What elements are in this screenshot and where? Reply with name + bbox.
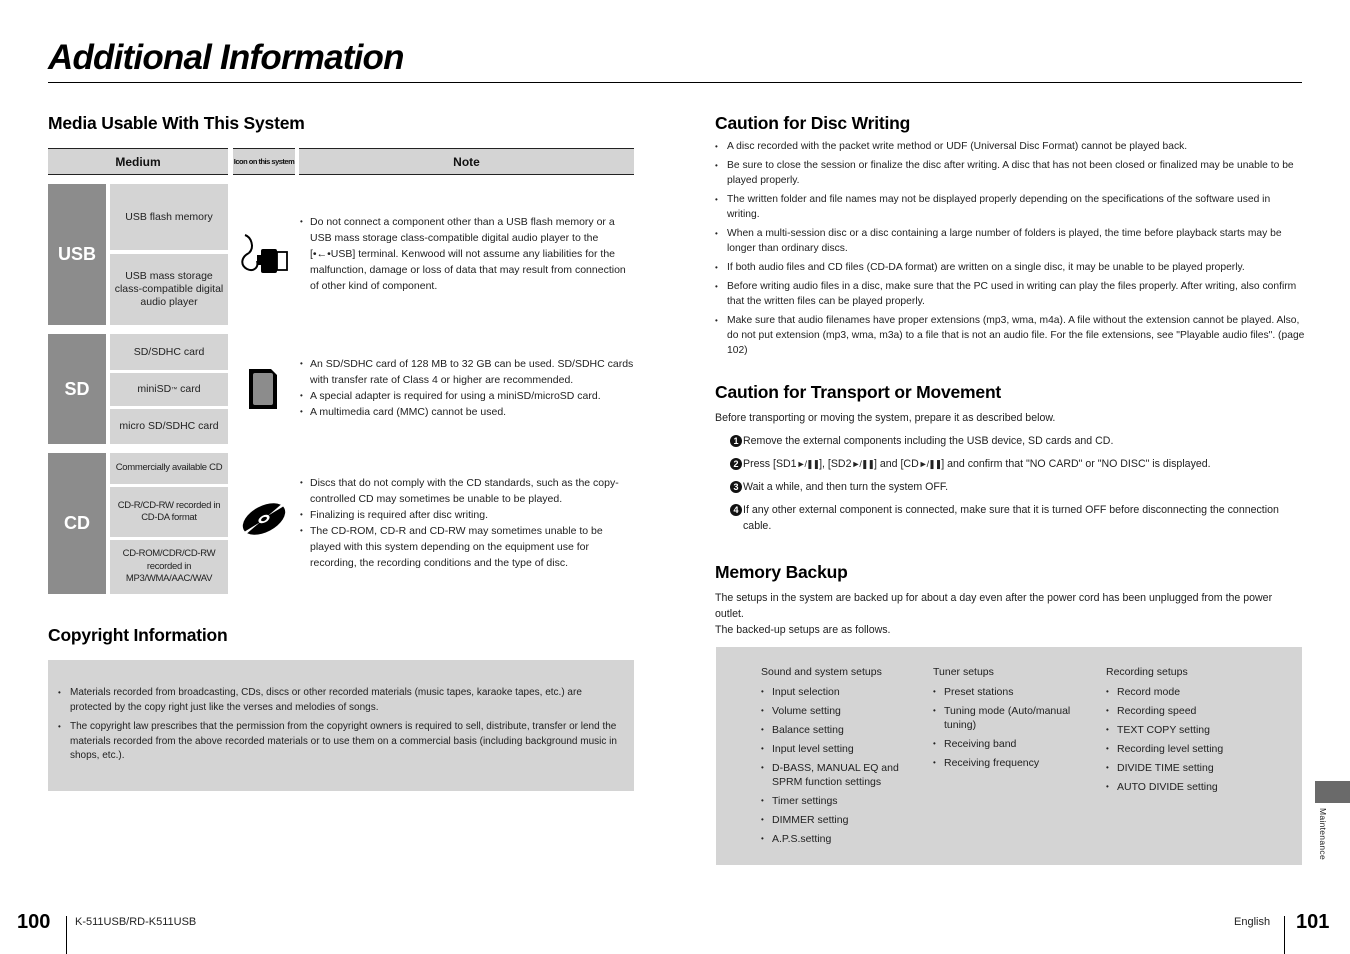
step-number-icon: 1 (730, 435, 742, 447)
memory-column-recording: Recording setups Record mode Recording s… (1106, 665, 1286, 799)
memory-item: TEXT COPY setting (1106, 723, 1286, 737)
transport-steps: 1 Remove the external components includi… (730, 433, 1300, 541)
memory-item: Volume setting (761, 704, 921, 718)
memory-item: A.P.S.setting (761, 832, 921, 846)
medium-usb-player: USB mass storage class-compatible digita… (110, 254, 228, 325)
memory-column-title: Tuner setups (933, 666, 994, 678)
disc-writing-item: The written folder and file names may no… (715, 192, 1305, 222)
transport-step: 4 If any other external component is con… (730, 502, 1300, 534)
copyright-item: Materials recorded from broadcasting, CD… (58, 686, 618, 715)
transport-step: 3 Wait a while, and then turn the system… (730, 479, 1300, 495)
copyright-heading: Copyright Information (48, 625, 228, 645)
transport-intro: Before transporting or moving the system… (715, 412, 1056, 424)
memory-item: Receiving band (933, 737, 1083, 751)
usb-notes: Do not connect a component other than a … (300, 214, 634, 294)
memory-item: Recording speed (1106, 704, 1286, 718)
memory-item: Preset stations (933, 685, 1083, 699)
category-cd: CD (48, 453, 106, 594)
disc-writing-item: Be sure to close the session or finalize… (715, 158, 1305, 188)
table-header-note: Note (299, 148, 634, 175)
memory-intro: The setups in the system are backed up f… (715, 592, 1273, 636)
disc-writing-item: A disc recorded with the packet write me… (715, 139, 1305, 154)
medium-minisd: miniSD ™ card (110, 373, 228, 406)
medium-cd-rom: CD-ROM/CDR/CD-RW recorded in MP3/WMA/AAC… (110, 540, 228, 594)
play-pause-icon: ►/❚❚ (796, 459, 820, 469)
memory-item: AUTO DIVIDE setting (1106, 780, 1286, 794)
transport-step: 1 Remove the external components includi… (730, 433, 1300, 449)
medium-usb-flash: USB flash memory (110, 184, 228, 250)
memory-setups-box: Sound and system setups Input selection … (716, 647, 1302, 865)
cd-note: Finalizing is required after disc writin… (300, 507, 634, 523)
title-divider (48, 82, 1302, 83)
disc-writing-list: A disc recorded with the packet write me… (715, 139, 1305, 362)
disc-writing-item: Before writing audio files in a disc, ma… (715, 279, 1305, 309)
sd-note: An SD/SDHC card of 128 MB to 32 GB can b… (300, 356, 634, 388)
memory-heading: Memory Backup (715, 562, 848, 582)
memory-item: Input selection (761, 685, 921, 699)
copyright-item: The copyright law prescribes that the pe… (58, 720, 618, 764)
usb-connector-icon (235, 230, 290, 278)
memory-item: Receiving frequency (933, 756, 1083, 770)
sd-notes: An SD/SDHC card of 128 MB to 32 GB can b… (300, 356, 634, 420)
sd-note: A multimedia card (MMC) cannot be used. (300, 404, 634, 420)
cd-note: The CD-ROM, CD-R and CD-RW may sometimes… (300, 523, 634, 571)
category-sd: SD (48, 334, 106, 444)
model-name: K-511USB/RD-K511USB (75, 916, 197, 928)
media-heading: Media Usable With This System (48, 113, 305, 133)
category-usb: USB (48, 184, 106, 325)
memory-column-title: Sound and system setups (761, 666, 882, 678)
footer-divider-left (66, 916, 67, 954)
left-page-number: 100 (17, 911, 51, 933)
cd-notes: Discs that do not comply with the CD sta… (300, 475, 634, 571)
medium-commercial-cd: Commercially available CD (110, 453, 228, 484)
disc-icon (238, 497, 290, 541)
medium-sd-sdhc: SD/SDHC card (110, 334, 228, 370)
memory-item: Record mode (1106, 685, 1286, 699)
memory-item: D-BASS, MANUAL EQ and SPRM function sett… (761, 761, 921, 789)
memory-item: Timer settings (761, 794, 921, 808)
disc-writing-item: When a multi-session disc or a disc cont… (715, 226, 1305, 256)
disc-writing-heading: Caution for Disc Writing (715, 113, 911, 133)
play-pause-icon: ►/❚❚ (918, 459, 942, 469)
sd-note: A special adapter is required for using … (300, 388, 634, 404)
page-title: Additional Information (48, 38, 405, 77)
medium-microsd: micro SD/SDHC card (110, 409, 228, 444)
copyright-box: Materials recorded from broadcasting, CD… (48, 660, 634, 791)
table-header-icon: Icon on this system (233, 148, 295, 175)
usb-symbol-icon: •←• (312, 248, 331, 260)
usb-note: Do not connect a component other than a … (300, 214, 634, 294)
section-tab-label: Maintenance (1318, 808, 1328, 860)
step-number-icon: 4 (730, 504, 742, 516)
section-tab-marker (1315, 781, 1350, 803)
table-header-medium: Medium (48, 148, 228, 175)
play-pause-icon: ►/❚❚ (851, 459, 874, 469)
transport-heading: Caution for Transport or Movement (715, 382, 1002, 402)
memory-column-title: Recording setups (1106, 666, 1188, 678)
memory-item: Tuning mode (Auto/manual tuning) (933, 704, 1083, 732)
language-label: English (1234, 916, 1271, 928)
step-number-icon: 2 (730, 458, 742, 470)
memory-column-tuner: Tuner setups Preset stations Tuning mode… (933, 665, 1083, 775)
memory-item: Recording level setting (1106, 742, 1286, 756)
memory-item: DIMMER setting (761, 813, 921, 827)
footer-divider-right (1284, 916, 1285, 954)
memory-item: DIVIDE TIME setting (1106, 761, 1286, 775)
right-page-number: 101 (1296, 911, 1330, 933)
cd-note: Discs that do not comply with the CD sta… (300, 475, 634, 507)
transport-step: 2 Press [SD1►/❚❚], [SD2►/❚❚] and [CD►/❚❚… (730, 456, 1300, 472)
disc-writing-item: If both audio files and CD files (CD-DA … (715, 260, 1305, 275)
step-number-icon: 3 (730, 481, 742, 493)
memory-item: Balance setting (761, 723, 921, 737)
memory-item: Input level setting (761, 742, 921, 756)
disc-writing-item: Make sure that audio filenames have prop… (715, 313, 1305, 358)
sd-card-icon (246, 366, 280, 412)
medium-cd-da: CD-R/CD-RW recorded in CD-DA format (110, 487, 228, 537)
memory-column-sound: Sound and system setups Input selection … (761, 665, 921, 851)
